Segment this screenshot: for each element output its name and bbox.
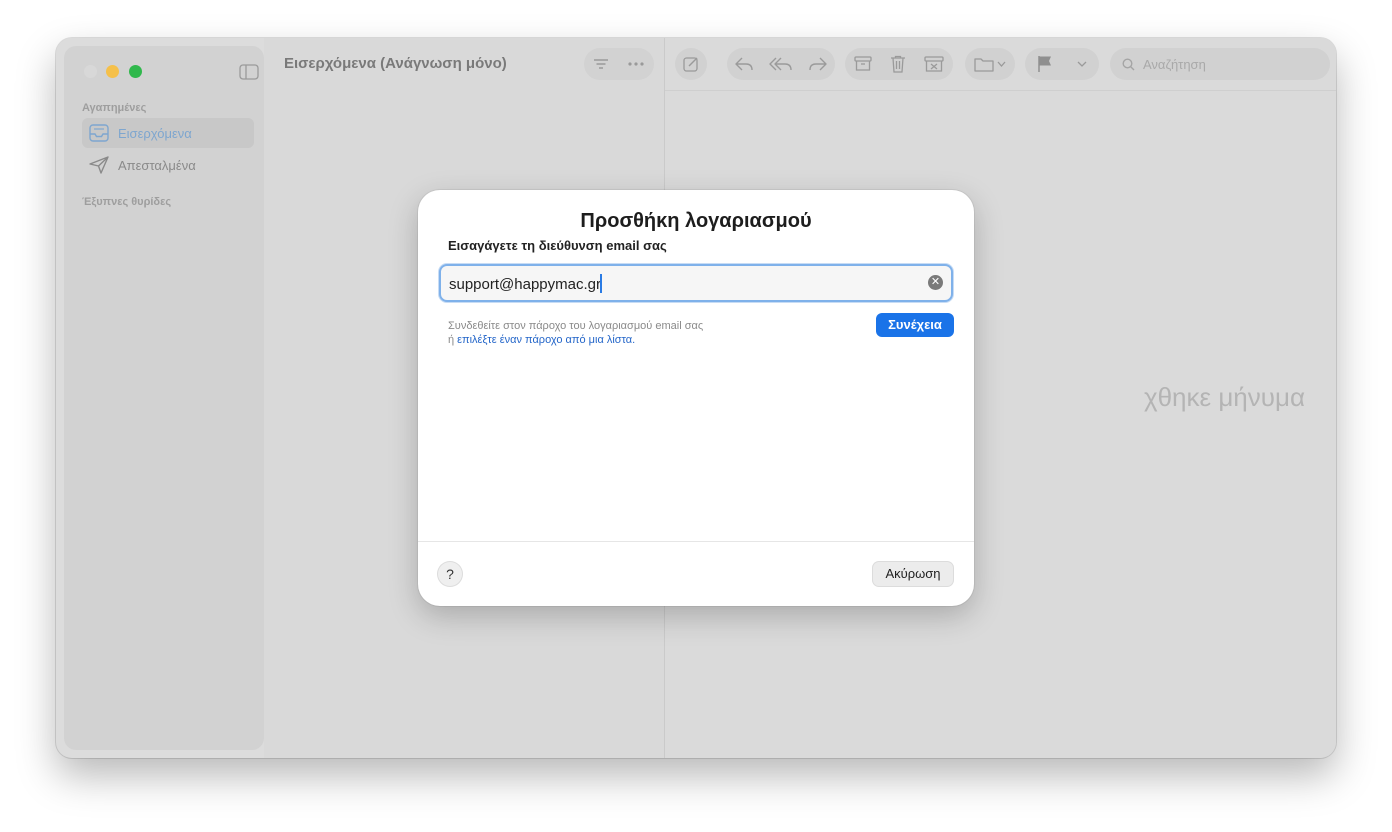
clear-field-icon[interactable]: ✕ — [928, 275, 943, 290]
cancel-button[interactable]: Ακύρωση — [873, 562, 953, 586]
reply-icon[interactable] — [734, 56, 754, 72]
sidebar-toggle-icon[interactable] — [239, 64, 259, 80]
provider-help-line2: ή επιλέξτε έναν πάροχο από μια λίστα. — [448, 334, 635, 346]
sidebar: Αγαπημένες Εισερχόμενα Απεσταλμένα Έξυπν… — [64, 46, 264, 750]
sidebar-item-inbox[interactable]: Εισερχόμενα — [82, 118, 254, 148]
sidebar-item-sent[interactable]: Απεσταλμένα — [82, 150, 254, 180]
forward-icon[interactable] — [808, 56, 828, 72]
minimize-window-button[interactable] — [106, 65, 119, 78]
junk-icon[interactable] — [924, 56, 944, 72]
archive-icon[interactable] — [854, 56, 872, 72]
dialog-title: Προσθήκη λογαριασμού — [580, 210, 812, 232]
dialog-divider — [418, 541, 974, 542]
inbox-icon — [88, 122, 110, 144]
provider-help-text: Συνδεθείτε στον πάροχο του λογαριασμού e… — [448, 320, 704, 332]
continue-button[interactable]: Συνέχεια — [876, 313, 954, 337]
email-address-field[interactable]: support@happymac.gr ✕ — [439, 264, 953, 302]
list-tools-group — [584, 48, 654, 80]
folder-icon — [974, 56, 1006, 72]
smart-mailboxes-section-label: Έξυπνες θυρίδες — [82, 196, 172, 208]
text-cursor — [599, 274, 602, 293]
filter-icon[interactable] — [593, 58, 609, 70]
compose-icon — [682, 55, 700, 73]
chevron-down-icon[interactable] — [1077, 61, 1087, 67]
add-account-dialog: Προσθήκη λογαριασμού Εισαγάγετε τη διεύθ… — [418, 190, 974, 606]
reply-all-icon[interactable] — [769, 56, 793, 72]
sidebar-item-label: Απεσταλμένα — [118, 157, 196, 173]
favorites-section-label: Αγαπημένες — [82, 102, 147, 114]
flag-icon[interactable] — [1037, 55, 1053, 73]
maximize-window-button[interactable] — [129, 65, 142, 78]
help-button[interactable]: ? — [438, 562, 462, 586]
search-icon — [1122, 57, 1135, 71]
choose-provider-link[interactable]: επιλέξτε έναν πάροχο από μια λίστα. — [457, 334, 635, 346]
reply-actions-group — [727, 48, 835, 80]
compose-button[interactable] — [675, 48, 707, 80]
search-placeholder: Αναζήτηση — [1143, 56, 1206, 72]
flag-group — [1025, 48, 1099, 80]
move-to-mailbox-button[interactable] — [965, 48, 1015, 80]
sidebar-item-label: Εισερχόμενα — [118, 125, 192, 141]
message-actions-group — [845, 48, 953, 80]
close-window-button[interactable] — [84, 65, 97, 78]
email-input-value: support@happymac.gr — [449, 276, 601, 293]
more-options-icon[interactable] — [627, 61, 645, 67]
trash-icon[interactable] — [890, 55, 906, 73]
dialog-subtitle: Εισαγάγετε τη διεύθυνση email σας — [448, 238, 667, 253]
mailbox-title: Εισερχόμενα (Ανάγνωση μόνο) — [284, 55, 507, 72]
or-text: ή — [448, 334, 455, 346]
paper-plane-icon — [88, 154, 110, 176]
search-field[interactable]: Αναζήτηση — [1110, 48, 1330, 80]
